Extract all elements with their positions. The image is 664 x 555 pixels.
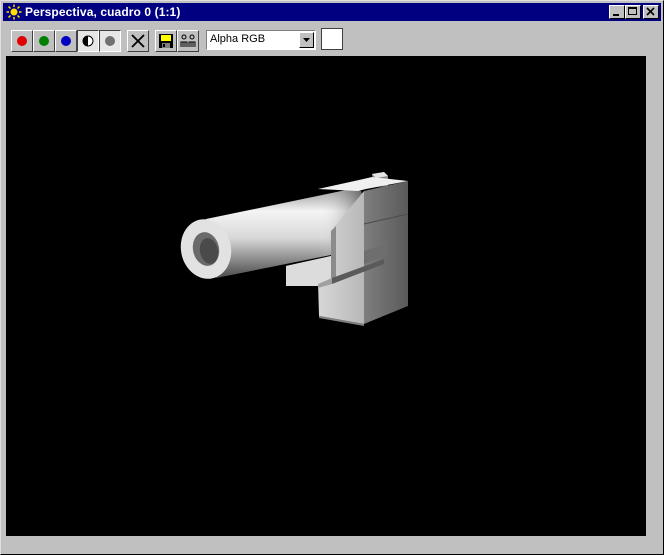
save-button[interactable] xyxy=(155,30,177,52)
maximize-button[interactable] xyxy=(625,5,641,19)
blue-channel-button[interactable] xyxy=(55,30,77,52)
title-bar[interactable]: Perspectiva, cuadro 0 (1:1) xyxy=(3,3,661,21)
people-icon xyxy=(180,34,196,47)
channel-select-value: Alpha RGB xyxy=(210,33,266,45)
toolbar: Alpha RGB xyxy=(3,23,661,55)
red-dot-icon xyxy=(17,36,27,46)
minimize-button[interactable] xyxy=(609,5,625,19)
gray-dot-icon xyxy=(105,36,115,46)
channel-select[interactable]: Alpha RGB xyxy=(206,30,316,50)
window-title: Perspectiva, cuadro 0 (1:1) xyxy=(25,5,181,19)
floppy-disk-icon xyxy=(159,34,173,48)
clear-button[interactable] xyxy=(127,30,149,52)
rendered-pistol xyxy=(180,172,409,326)
alpha-channel-button[interactable] xyxy=(77,30,99,52)
blue-dot-icon xyxy=(61,36,71,46)
green-channel-button[interactable] xyxy=(33,30,55,52)
x-icon xyxy=(131,34,145,48)
render-window: Perspectiva, cuadro 0 (1:1) Alpha RGB xyxy=(0,0,664,555)
half-circle-icon xyxy=(82,35,94,47)
maximize-icon xyxy=(628,7,637,15)
close-button[interactable] xyxy=(643,5,659,19)
red-channel-button[interactable] xyxy=(11,30,33,52)
mono-channel-button[interactable] xyxy=(99,30,121,52)
chevron-down-icon xyxy=(303,38,310,42)
dropdown-arrow-button[interactable] xyxy=(299,32,314,48)
color-swatch[interactable] xyxy=(321,28,343,50)
green-dot-icon xyxy=(39,36,49,46)
clone-button[interactable] xyxy=(177,30,199,52)
sun-icon xyxy=(6,4,22,20)
render-viewport[interactable] xyxy=(6,56,646,536)
close-icon xyxy=(646,7,655,16)
minimize-icon xyxy=(613,14,619,16)
